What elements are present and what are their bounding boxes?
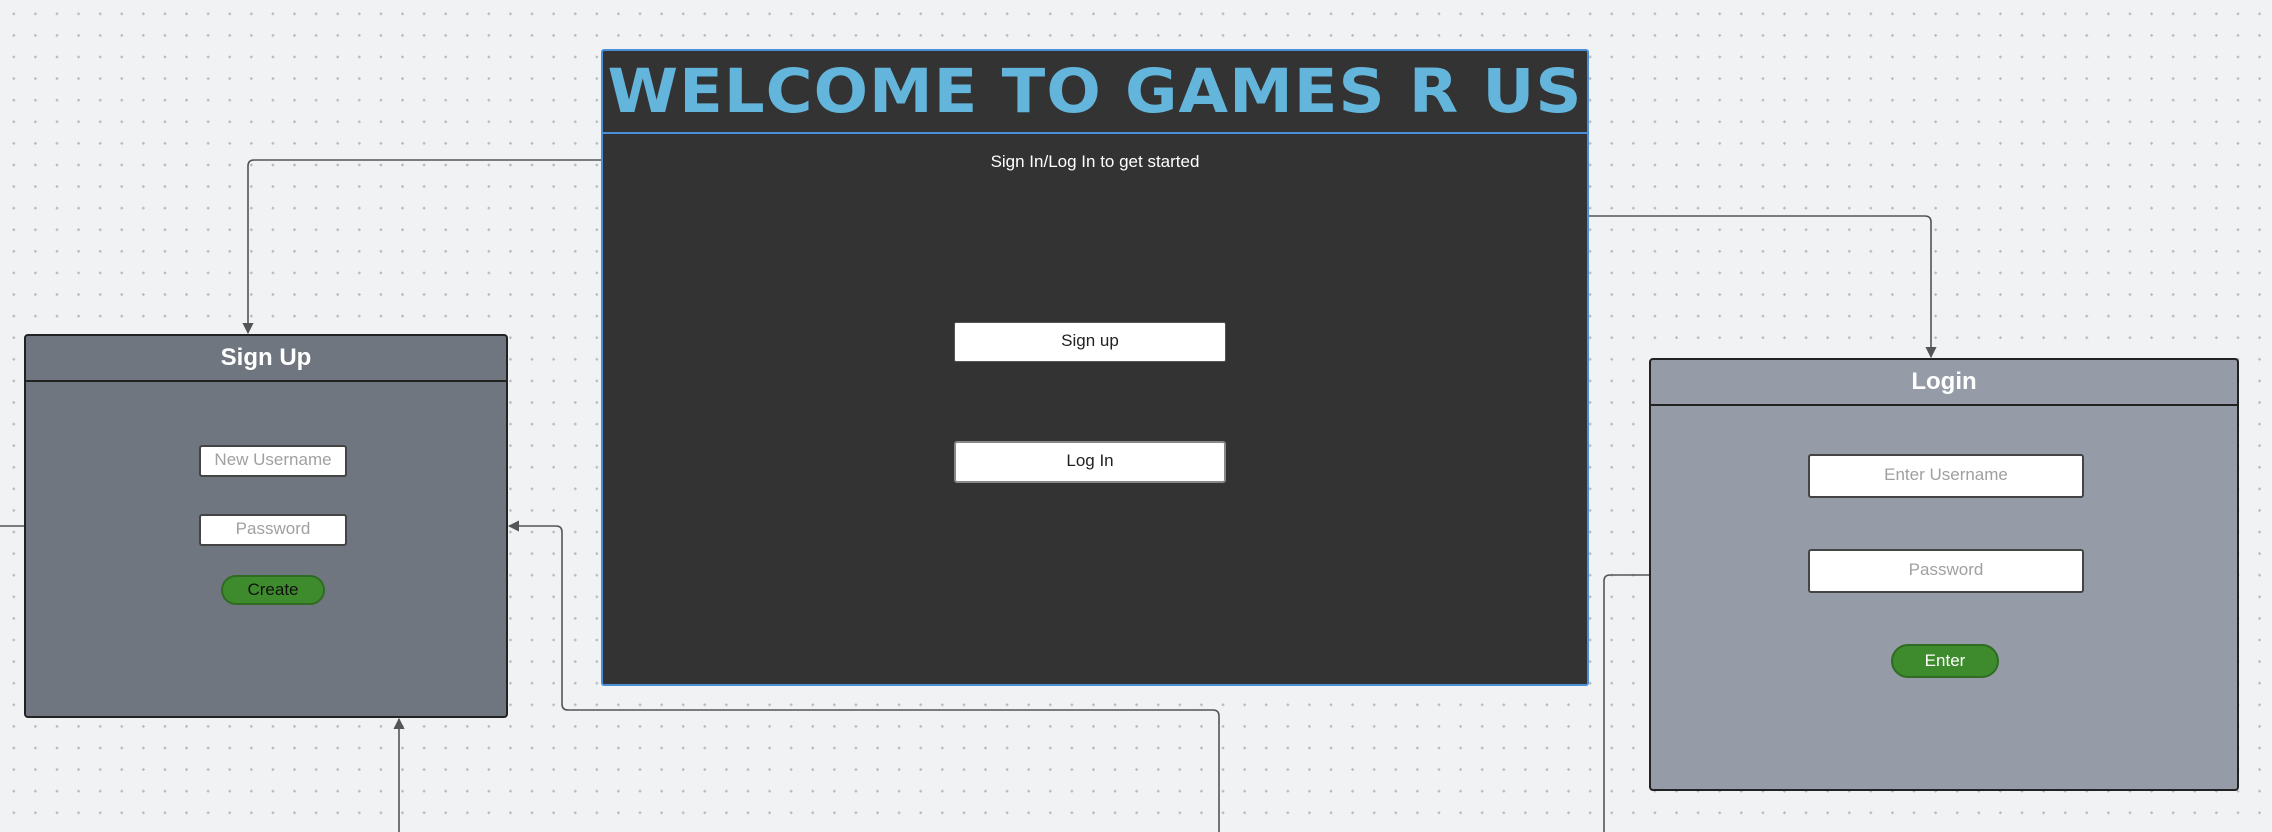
sign-up-button[interactable]: Sign up bbox=[954, 322, 1226, 362]
welcome-subtitle: Sign In/Log In to get started bbox=[990, 152, 1200, 171]
login-header: Login bbox=[1651, 360, 2237, 406]
welcome-title: WELCOME TO GAMES R US bbox=[607, 56, 1583, 127]
login-title: Login bbox=[1911, 368, 1977, 395]
sign-up-title: Sign Up bbox=[220, 344, 312, 371]
enter-username-field[interactable]: Enter Username bbox=[1808, 454, 2084, 498]
welcome-header: WELCOME TO GAMES R US bbox=[603, 51, 1587, 134]
enter-button[interactable]: Enter bbox=[1891, 644, 1999, 678]
connector-welcome-to-login bbox=[1589, 215, 1937, 359]
sign-up-header: Sign Up bbox=[26, 336, 506, 382]
welcome-screen: WELCOME TO GAMES R US Sign In/Log In to … bbox=[601, 49, 1589, 686]
log-in-button[interactable]: Log In bbox=[954, 441, 1226, 483]
connector-login-left bbox=[1603, 574, 1649, 832]
login-password-field[interactable]: Password bbox=[1808, 549, 2084, 593]
sign-up-password-field[interactable]: Password bbox=[199, 514, 347, 546]
new-username-field[interactable]: New Username bbox=[199, 445, 347, 477]
sign-up-screen: Sign Up New Username Password Create bbox=[24, 334, 508, 718]
create-button[interactable]: Create bbox=[221, 575, 325, 605]
login-screen: Login Enter Username Password Enter bbox=[1649, 358, 2239, 791]
connector-welcome-to-signup bbox=[242, 159, 601, 335]
